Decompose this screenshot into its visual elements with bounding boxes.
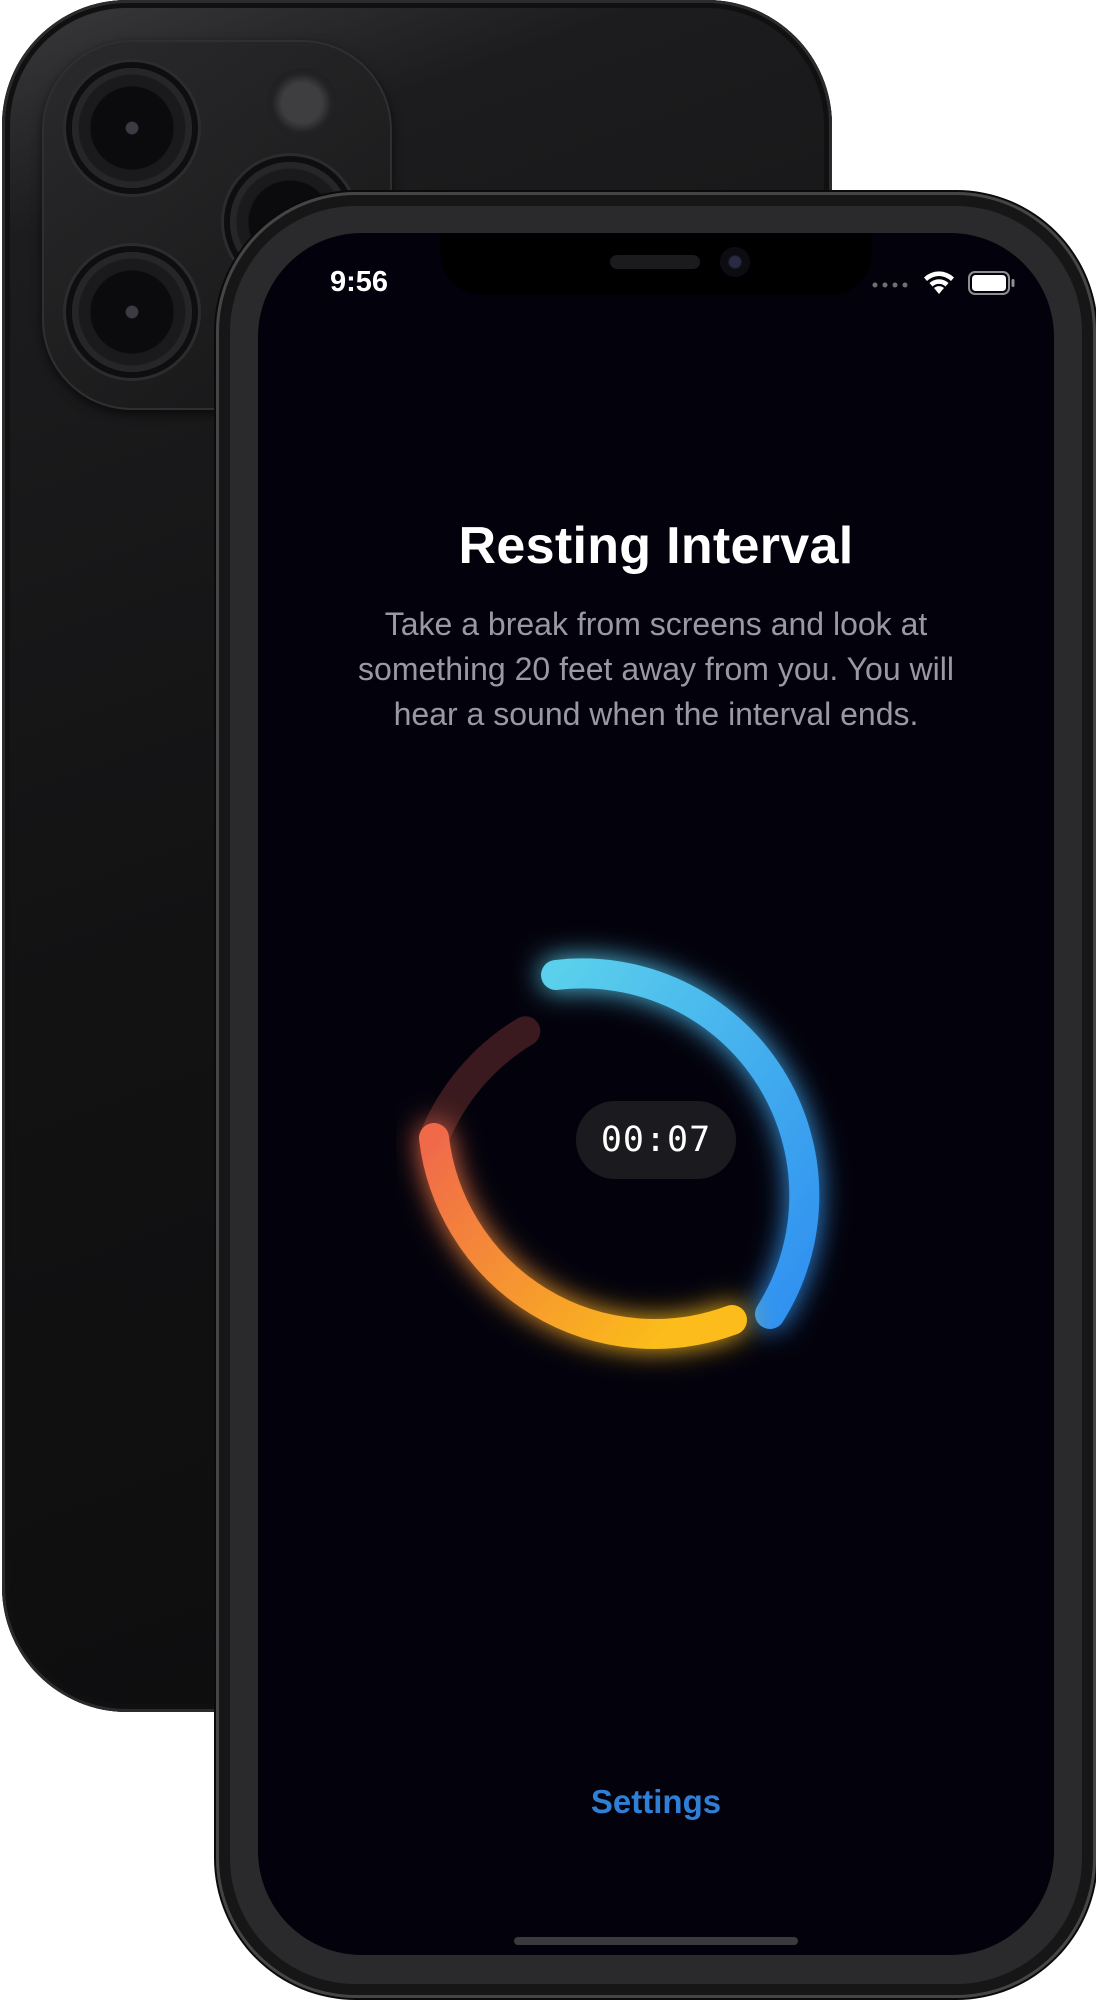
instructions-text: Take a break from screens and look at so… (358, 606, 954, 732)
home-indicator[interactable] (514, 1937, 798, 1945)
flash-icon (267, 68, 337, 138)
cellular-dots-icon (872, 282, 908, 288)
status-indicators (872, 268, 1022, 298)
status-time: 9:56 (330, 266, 389, 298)
camera-lens-icon (72, 68, 192, 188)
page-title: Resting Interval (458, 517, 854, 575)
battery-icon (968, 271, 1015, 295)
wifi-icon (924, 271, 954, 294)
notch (440, 233, 872, 295)
speaker-grille (610, 255, 700, 269)
ring-track-segment (419, 1016, 541, 1153)
device-mockup: 9:56 Resting Interval Take a break from … (0, 0, 1096, 2000)
camera-lens-icon (72, 252, 192, 372)
front-camera-icon (720, 247, 750, 277)
settings-button[interactable]: Settings (558, 1783, 754, 1821)
countdown-timer: 00:07 (576, 1101, 736, 1179)
